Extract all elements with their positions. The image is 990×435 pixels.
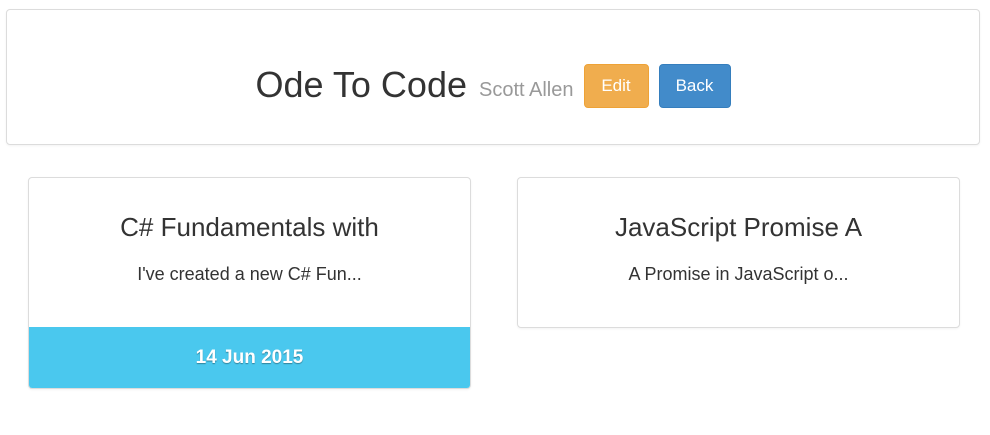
post-date: 14 Jun 2015: [195, 346, 304, 368]
post-card[interactable]: C# Fundamentals with I've created a new …: [28, 177, 471, 389]
post-excerpt: A Promise in JavaScript o...: [628, 264, 849, 284]
post-excerpt: I've created a new C# Fun...: [137, 264, 362, 284]
post-title: C# Fundamentals with: [120, 212, 379, 242]
post-title: JavaScript Promise A: [614, 212, 863, 242]
blog-header-panel: Ode To Code Scott Allen Edit Back: [6, 9, 980, 145]
edit-button[interactable]: Edit: [583, 64, 649, 108]
blog-title: Ode To Code: [255, 64, 467, 105]
author-name: Scott Allen: [478, 78, 574, 101]
post-card[interactable]: JavaScript Promise A A Promise in JavaSc…: [517, 177, 960, 328]
back-button[interactable]: Back: [658, 64, 731, 108]
post-date-footer: 14 Jun 2015: [29, 327, 470, 388]
header-row: Ode To Code Scott Allen Edit Back: [7, 63, 979, 109]
